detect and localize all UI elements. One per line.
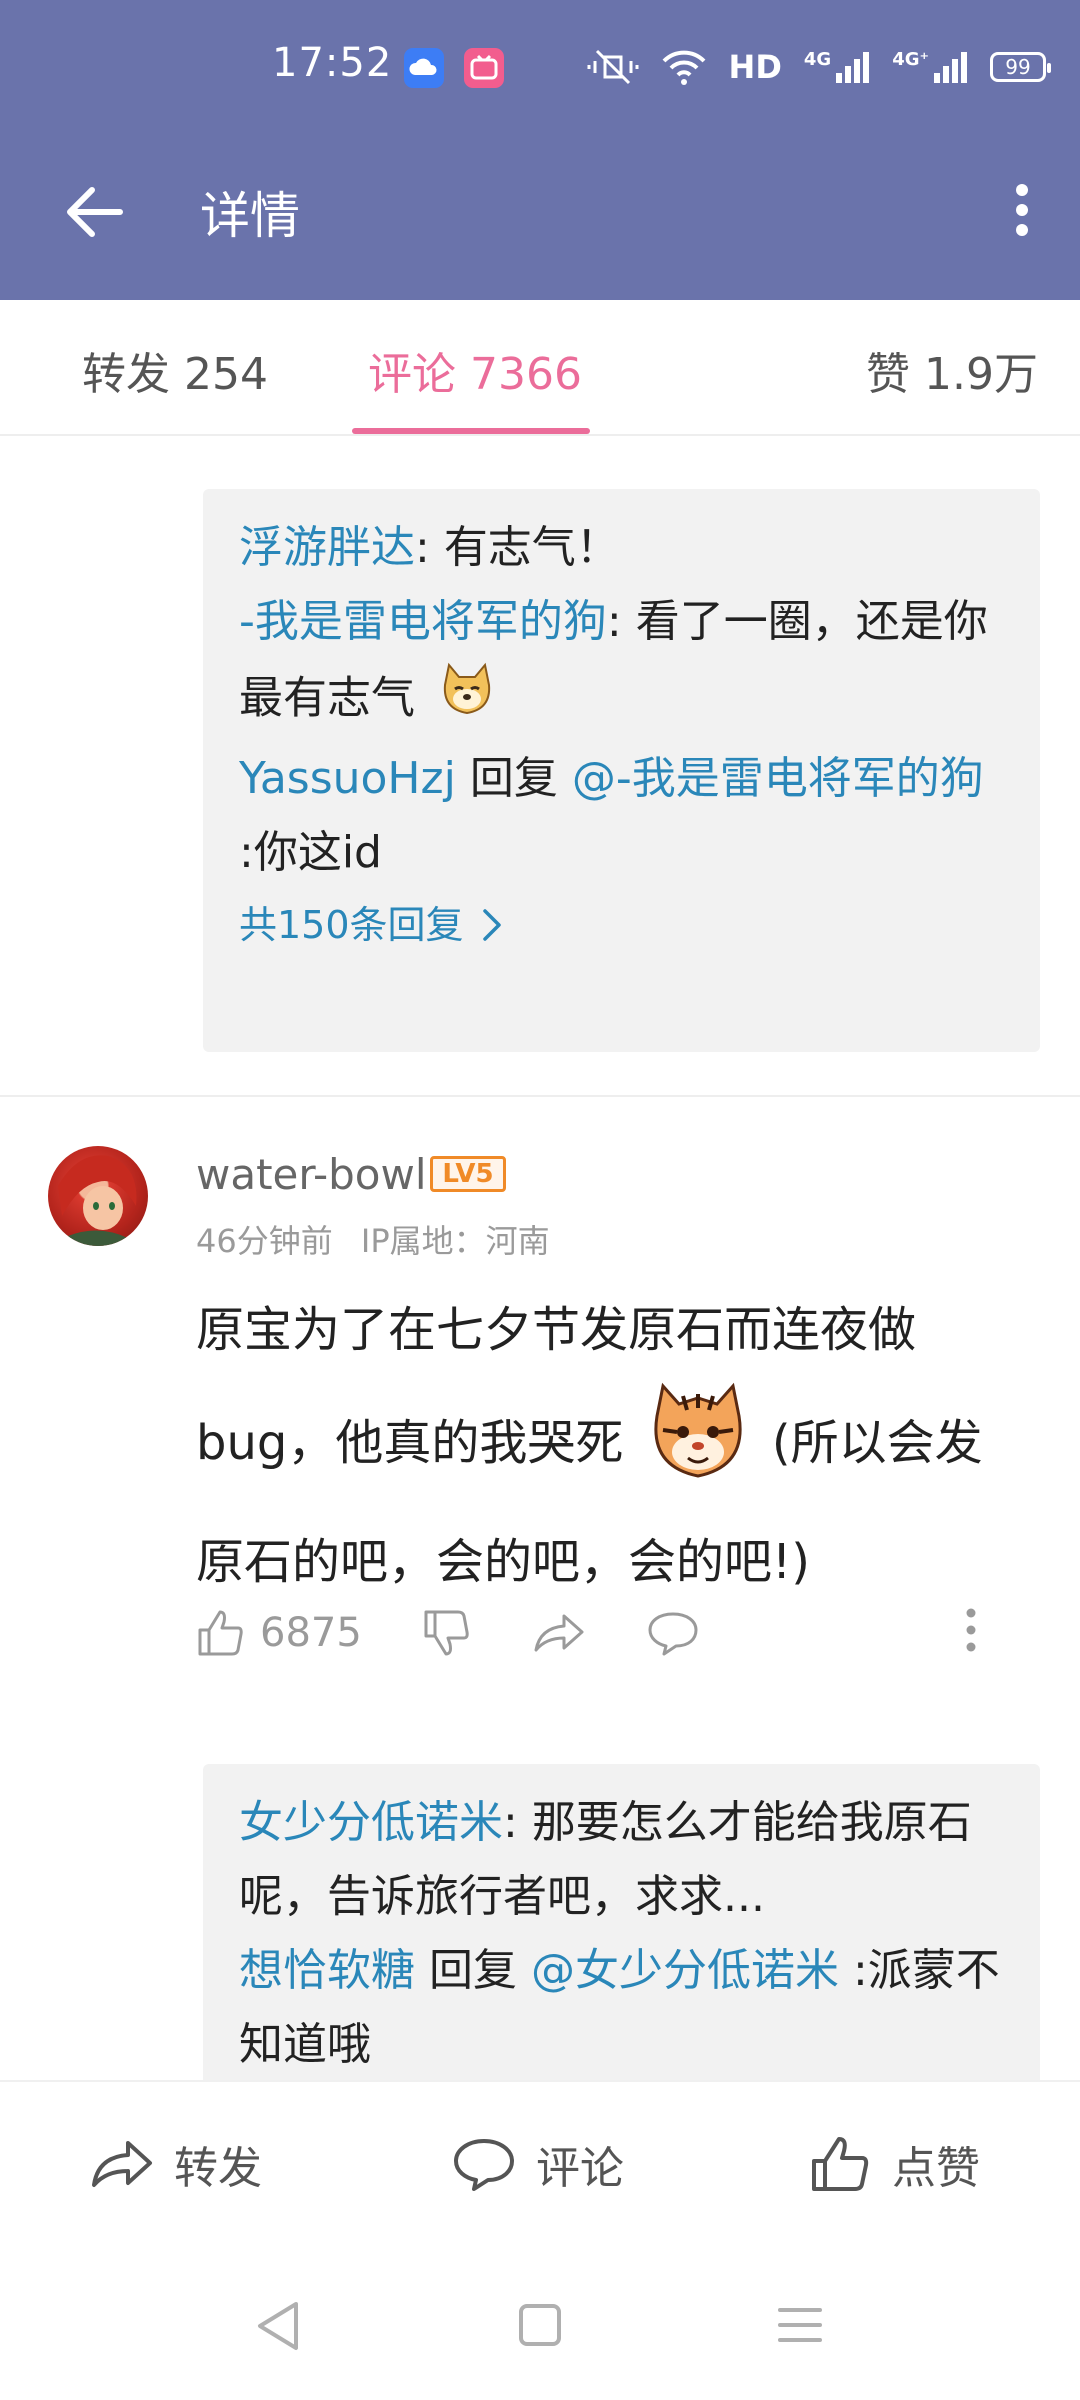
comment-list[interactable]: 浮游胖达: 有志气！ -我是雷电将军的狗: 看了一圈，还是你最有志气 Yassu… xyxy=(0,436,1080,2080)
comment-more-button[interactable] xyxy=(966,1608,976,1656)
bilibili-icon xyxy=(464,48,504,88)
triangle-back-icon xyxy=(258,2302,298,2350)
reply-item[interactable]: -我是雷电将军的狗: 看了一圈，还是你最有志气 xyxy=(239,585,1004,742)
comment-meta: 46分钟前 IP属地：河南 xyxy=(196,1216,550,1262)
share-button[interactable] xyxy=(532,1608,586,1658)
signal-1: 4G xyxy=(804,49,870,85)
thumbs-up-icon xyxy=(198,1610,243,1656)
comment-time: 46分钟前 xyxy=(196,1222,333,1260)
reply-username[interactable]: 浮游胖达 xyxy=(239,522,415,573)
tab-forward[interactable]: 转发 254 xyxy=(82,338,268,402)
top-header: 17:52 HD 4G 4G⁺ 99 详情 xyxy=(0,0,1080,300)
reply-username[interactable]: -我是雷电将军的狗 xyxy=(239,596,607,647)
wifi-icon xyxy=(661,47,707,87)
network-hd-label: HD xyxy=(728,48,782,86)
reply-thread-box: 浮游胖达: 有志气！ -我是雷电将军的狗: 看了一圈，还是你最有志气 Yassu… xyxy=(203,489,1040,1052)
signal-1-label: 4G xyxy=(803,49,832,70)
square-home-icon xyxy=(519,2304,561,2346)
like-button[interactable]: 6875 xyxy=(196,1608,362,1658)
comment-label: 评论 xyxy=(536,2143,624,2194)
reply-target-mention[interactable]: @女少分低诺米 xyxy=(531,1945,839,1996)
menu-lines-icon xyxy=(778,2308,822,2342)
mute-vibrate-icon xyxy=(587,47,639,87)
tab-likes[interactable]: 赞 1.9万 xyxy=(866,338,1038,402)
battery-level: 99 xyxy=(1005,55,1031,79)
comment-actions: 6875 xyxy=(196,1598,1016,1668)
arrow-left-icon xyxy=(67,187,123,237)
reply-username[interactable]: 想恰软糖 xyxy=(239,1945,415,1996)
more-vertical-icon xyxy=(966,1608,976,1652)
reply-separator: : xyxy=(606,596,636,647)
speech-bubble-icon xyxy=(454,2139,514,2191)
battery-icon: 99 xyxy=(990,52,1051,82)
thumbs-up-icon xyxy=(812,2137,869,2191)
nav-recents-button[interactable] xyxy=(776,2300,824,2354)
view-all-replies-label: 共150条回复 xyxy=(239,903,464,947)
system-navigation-bar xyxy=(0,2250,1080,2400)
like-post-button[interactable]: 点赞 xyxy=(810,2132,980,2196)
reply-thread-box: 女少分低诺米: 那要怎么才能给我原石呢，告诉旅行者吧，求求... 想恰软糖 回复… xyxy=(203,1764,1040,2080)
tab-bar: 转发 254 评论 7366 赞 1.9万 xyxy=(0,300,1080,436)
status-right-group: HD 4G 4G⁺ 99 xyxy=(587,44,1051,90)
reply-item[interactable]: 浮游胖达: 有志气！ xyxy=(239,511,1004,585)
forward-button[interactable]: 转发 xyxy=(90,2132,262,2196)
back-button[interactable] xyxy=(56,174,132,250)
reply-connector: 回复 xyxy=(415,1945,531,1996)
speech-bubble-icon xyxy=(648,1612,698,1656)
tiger-sticker-icon xyxy=(643,1376,753,1516)
reply-separator: : xyxy=(415,522,444,573)
reply-connector: 回复 xyxy=(455,753,572,804)
avatar[interactable] xyxy=(48,1146,148,1246)
comment-divider xyxy=(0,1095,1080,1097)
tab-comments[interactable]: 评论 7366 xyxy=(368,338,582,402)
view-all-replies-link[interactable]: 共150条回复 xyxy=(239,890,1004,960)
dislike-button[interactable] xyxy=(422,1608,472,1658)
reply-button[interactable] xyxy=(646,1608,700,1658)
cloud-app-icon xyxy=(404,48,444,88)
comment-body: 原宝为了在七夕节发原石而连夜做bug，他真的我哭死 (所以会发原石的吧，会的吧，… xyxy=(196,1284,1016,1608)
active-tab-indicator xyxy=(352,428,590,434)
status-bar: 17:52 HD 4G 4G⁺ 99 xyxy=(0,0,1080,135)
signal-2: 4G⁺ xyxy=(892,49,968,85)
nav-back-button[interactable] xyxy=(254,2300,302,2356)
reply-item[interactable]: 女少分低诺米: 那要怎么才能给我原石呢，告诉旅行者吧，求求... xyxy=(239,1786,1004,1934)
like-label: 点赞 xyxy=(892,2143,980,2194)
reply-username[interactable]: 女少分低诺米 xyxy=(239,1797,503,1848)
reply-item[interactable]: 想恰软糖 回复 @女少分低诺米 :派蒙不知道哦 xyxy=(239,1934,1004,2080)
reply-text: :你这id xyxy=(239,827,382,878)
thumbs-down-icon xyxy=(424,1610,469,1656)
share-arrow-icon xyxy=(534,1614,584,1652)
reply-separator: : xyxy=(503,1797,532,1848)
comment-button[interactable]: 评论 xyxy=(452,2132,624,2196)
nav-home-button[interactable] xyxy=(516,2300,564,2354)
like-count: 6875 xyxy=(260,1610,362,1656)
bottom-action-bar: 转发 评论 点赞 xyxy=(0,2080,1080,2250)
comment-ip-location: IP属地：河南 xyxy=(360,1222,550,1260)
page-title: 详情 xyxy=(200,187,300,245)
app-bar: 详情 xyxy=(0,150,1080,270)
level-badge: LV5 xyxy=(430,1156,506,1192)
more-options-button[interactable] xyxy=(994,172,1050,248)
reply-text: 有志气！ xyxy=(443,522,620,573)
chevron-right-icon xyxy=(482,909,501,941)
reply-username[interactable]: YassuoHzj xyxy=(239,753,456,804)
share-arrow-icon xyxy=(92,2141,152,2187)
reply-item[interactable]: YassuoHzj 回复 @-我是雷电将军的狗 :你这id xyxy=(239,742,1004,890)
more-vertical-icon xyxy=(1016,184,1028,236)
status-time: 17:52 xyxy=(272,40,393,86)
doge-emoji-icon xyxy=(437,659,497,742)
comment-username[interactable]: water-bowl xyxy=(196,1150,427,1199)
signal-2-label: 4G⁺ xyxy=(892,49,929,70)
forward-label: 转发 xyxy=(174,2143,262,2194)
reply-target-mention[interactable]: @-我是雷电将军的狗 xyxy=(572,753,984,804)
